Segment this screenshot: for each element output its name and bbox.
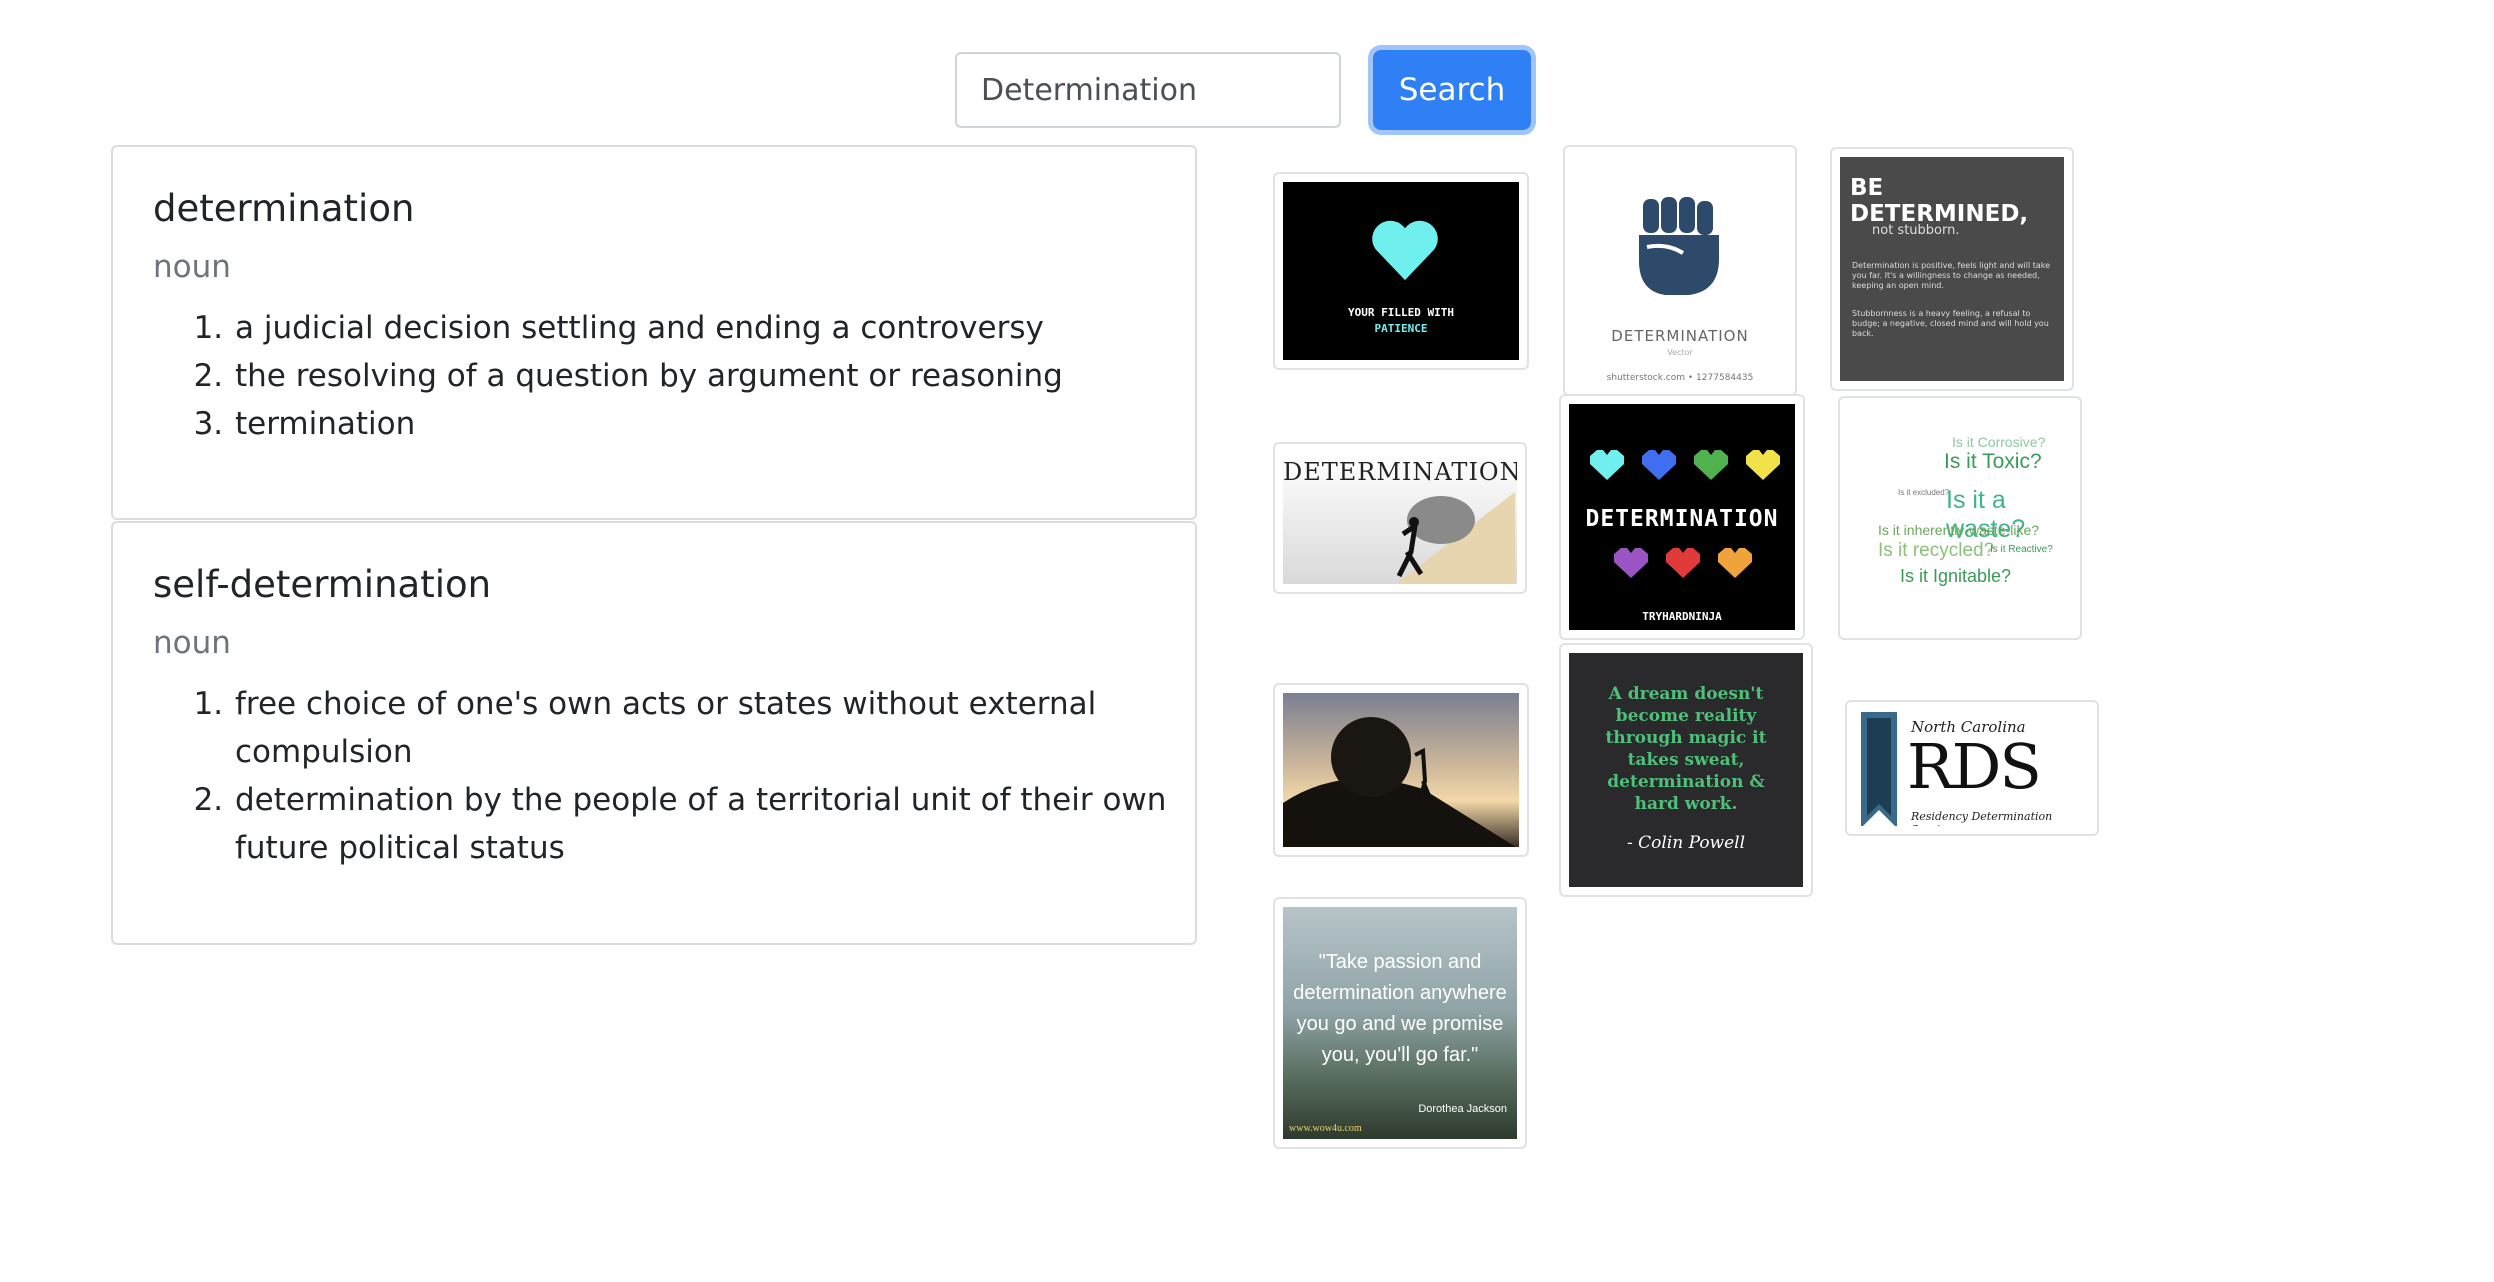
quote-author: - Colin Powell	[1626, 833, 1746, 853]
image-caption: DETERMINATION	[1585, 506, 1779, 532]
definition-item: a judicial decision settling and ending …	[233, 304, 1233, 352]
definition-word: self-determination	[153, 563, 492, 606]
definition-list: free choice of one's own acts or states …	[153, 680, 1233, 872]
definition-list: a judicial decision settling and ending …	[153, 304, 1233, 448]
image-caption: YOUR FILLED WITH	[1348, 306, 1454, 319]
definition-word: determination	[153, 187, 415, 230]
fist-icon	[1639, 197, 1719, 295]
image-thumbnail[interactable]	[1273, 683, 1529, 857]
word-cloud-item: Is it Corrosive?	[1952, 434, 2046, 450]
word-cloud-item: Is it excluded?	[1898, 488, 1950, 497]
image-caption: shutterstock.com • 1277584435	[1606, 373, 1754, 383]
image-thumbnail[interactable]: BE DETERMINED, not stubborn. Determinati…	[1830, 147, 2074, 391]
image-caption: Vector	[1667, 348, 1693, 357]
image-thumbnail[interactable]: DETERMINATION	[1273, 442, 1527, 594]
heart-icon	[1372, 220, 1438, 281]
heart-icon	[1746, 450, 1780, 480]
image-thumbnail[interactable]: "Take passion and determination anywhere…	[1273, 897, 1527, 1149]
image-caption: not stubborn.	[1872, 223, 1960, 238]
image-thumbnail[interactable]: YOUR FILLED WITH PATIENCE	[1273, 172, 1529, 370]
quote-text: A dream doesn't become reality through m…	[1605, 684, 1767, 814]
logo-text: Residency Determination Service	[1911, 810, 2053, 826]
quote-author: Dorothea Jackson	[1418, 1103, 1507, 1115]
image-caption: PATIENCE	[1374, 322, 1428, 335]
word-cloud-item: Is it Reactive?	[1990, 544, 2053, 555]
image-thumbnail[interactable]: North Carolina RDS Residency Determinati…	[1845, 700, 2099, 836]
search-input[interactable]	[955, 52, 1341, 128]
image-thumbnail[interactable]: DETERMINATION TRYHARDNINJA	[1559, 394, 1805, 640]
word-cloud-item: Is it recycled?	[1878, 540, 1995, 561]
site-watermark: www.wow4u.com	[1289, 1123, 1362, 1134]
heart-icon	[1642, 450, 1676, 480]
word-cloud-item: Is it Ignitable?	[1900, 566, 2012, 586]
definition-item: termination	[233, 400, 1233, 448]
heart-icon	[1614, 548, 1648, 578]
heart-icon	[1666, 548, 1700, 578]
image-caption: BE DETERMINED,	[1850, 175, 2029, 227]
logo-text: RDS	[1907, 730, 2042, 803]
quote-text: "Take passion and determination anywhere…	[1293, 951, 1507, 1066]
definition-item: determination by the people of a territo…	[233, 776, 1233, 872]
heart-icon	[1694, 450, 1728, 480]
ribbon-logo	[1861, 712, 1897, 826]
definition-card: self-determination noun free choice of o…	[111, 521, 1197, 945]
image-caption: Determination is positive, feels light a…	[1852, 261, 2051, 290]
definition-card: determination noun a judicial decision s…	[111, 145, 1197, 520]
image-caption: TRYHARDNINJA	[1642, 610, 1722, 623]
definition-item: the resolving of a question by argument …	[233, 352, 1233, 400]
image-thumbnail[interactable]: A dream doesn't become reality through m…	[1559, 643, 1813, 897]
boulder-silhouette-illustration	[1283, 717, 1516, 847]
heart-icon	[1590, 450, 1624, 480]
image-thumbnail[interactable]: Is it Corrosive? Is it Toxic? Is it excl…	[1838, 396, 2082, 640]
definition-item: free choice of one's own acts or states …	[233, 680, 1233, 776]
heart-icon	[1718, 548, 1752, 578]
search-button[interactable]: Search	[1373, 50, 1531, 130]
word-cloud-item: Is it Toxic?	[1944, 450, 2042, 473]
pushing-boulder-illustration	[1395, 492, 1515, 584]
part-of-speech: noun	[153, 249, 231, 285]
image-thumbnail[interactable]: DETERMINATION Vector shutterstock.com • …	[1563, 145, 1797, 396]
part-of-speech: noun	[153, 625, 231, 661]
word-cloud-item: Is it inherently-waste-like?	[1878, 522, 2040, 538]
image-caption: DETERMINATION	[1611, 327, 1749, 345]
image-caption: Stubbornness is a heavy feeling, a refus…	[1852, 309, 2049, 338]
